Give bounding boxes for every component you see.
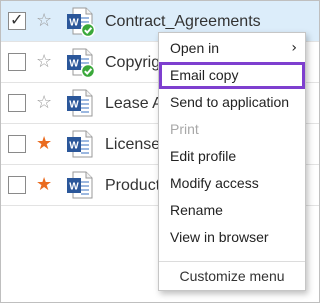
menu-item-label: Print <box>170 121 199 137</box>
menu-item-label: Email copy <box>170 67 239 83</box>
menu-item-email-copy[interactable]: Email copy <box>159 62 305 89</box>
word-document-icon: W <box>67 171 93 199</box>
chevron-right-icon: › <box>291 40 297 56</box>
menu-item-rename[interactable]: Rename <box>159 197 305 224</box>
menu-item-label: Send to application <box>170 94 290 110</box>
checkmark-icon: ✓ <box>10 10 24 29</box>
menu-item-label: Open in <box>170 40 220 56</box>
row-checkbox[interactable] <box>8 94 26 112</box>
file-list-window: ✓ ☆ W Contract_Agreements ☆ W Copyright … <box>0 0 320 303</box>
menu-item-send-to-application[interactable]: Send to application <box>159 89 305 116</box>
word-document-icon: W <box>67 89 93 117</box>
menu-item-view-in-browser[interactable]: View in browser <box>159 224 305 251</box>
favorite-star-icon[interactable]: ☆ <box>36 93 52 113</box>
svg-text:W: W <box>69 18 79 29</box>
file-name[interactable]: Contract_Agreements <box>105 12 261 32</box>
menu-item-label: View in browser <box>170 229 269 245</box>
customize-menu-link[interactable]: Customize menu <box>159 263 305 290</box>
favorite-star-icon[interactable]: ☆ <box>36 52 52 72</box>
menu-item-label: Modify access <box>170 175 259 191</box>
menu-item-label: Rename <box>170 202 223 218</box>
menu-item-print: Print <box>159 116 305 143</box>
menu-divider <box>159 261 305 262</box>
row-checkbox[interactable] <box>8 135 26 153</box>
favorite-star-icon[interactable]: ★ <box>36 134 52 154</box>
svg-text:W: W <box>69 141 79 152</box>
menu-item-modify-access[interactable]: Modify access <box>159 170 305 197</box>
row-checkbox[interactable] <box>8 53 26 71</box>
menu-item-label: Edit profile <box>170 148 237 164</box>
favorite-star-icon[interactable]: ☆ <box>36 11 52 31</box>
word-document-icon: W <box>67 130 93 158</box>
menu-item-open-in[interactable]: Open in › <box>159 35 305 62</box>
sync-check-icon <box>80 63 96 78</box>
svg-text:W: W <box>69 182 79 193</box>
word-document-icon: W <box>67 48 96 78</box>
context-menu: Open in › Email copy Send to application… <box>158 32 306 291</box>
menu-item-edit-profile[interactable]: Edit profile <box>159 143 305 170</box>
sync-check-icon <box>80 22 96 37</box>
row-checkbox[interactable]: ✓ <box>8 10 26 30</box>
svg-text:W: W <box>69 100 79 111</box>
row-checkbox[interactable] <box>8 176 26 194</box>
favorite-star-icon[interactable]: ★ <box>36 175 52 195</box>
word-document-icon: W <box>67 7 96 37</box>
svg-text:W: W <box>69 59 79 70</box>
